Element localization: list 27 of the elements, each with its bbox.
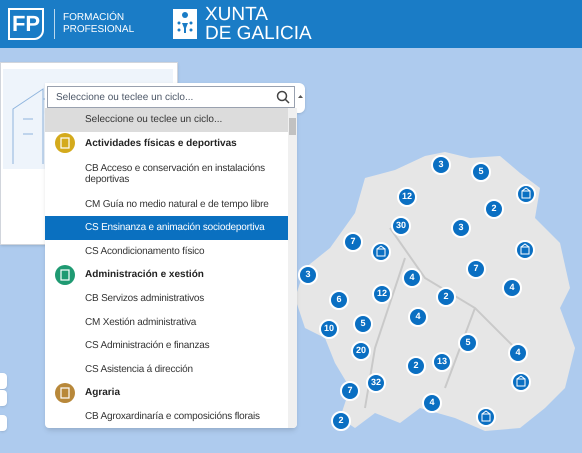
dropdown-option[interactable]: CS Ensinanza e animación sociodeportiva [45,216,288,240]
family-heading: Agraria [85,386,120,400]
dropdown-option[interactable]: CS Acondicionamento físico [45,240,288,264]
dropdown-option[interactable]: CS Administración e finanzas [45,334,288,358]
school-marker-icon[interactable] [371,242,391,262]
dropdown-option[interactable]: Seleccione ou teclee un ciclo... [45,108,288,132]
scrollbar[interactable] [288,108,297,428]
collapse-caret-icon[interactable] [298,95,303,98]
fp-logo[interactable]: FP [8,8,44,40]
dropdown-option[interactable]: CB Servizos administrativos [45,286,288,310]
family-heading: Actividades físicas e deportivas [85,136,237,151]
xunta-subtitle: DE GALICIA [205,24,312,43]
school-marker-icon[interactable] [515,240,535,260]
school-marker-icon[interactable] [511,372,531,392]
fp-title: FORMACIÓN PROFESIONAL [63,12,136,36]
search-field[interactable]: Seleccione ou teclee un ciclo... [47,86,295,108]
school-marker-icon[interactable] [476,407,496,427]
dropdown-option[interactable]: CB Acceso e conservación en instalacións deportivas [45,155,288,192]
coat-of-arms-icon [173,9,197,39]
school-marker-icon[interactable] [516,184,536,204]
search-icon[interactable] [276,90,290,104]
dropdown-option[interactable]: CM Xestión administrativa [45,310,288,334]
dropdown-option[interactable]: CM Guía no medio natural e de tempo libre [45,192,288,216]
xunta-title: XUNTA [205,5,269,24]
dropdown-option[interactable]: CS Asistencia á dirección [45,357,288,381]
family-heading: Administración e xestión [85,268,204,282]
dropdown-option[interactable]: CB Agroxardinaría e composicións florais [45,404,288,428]
